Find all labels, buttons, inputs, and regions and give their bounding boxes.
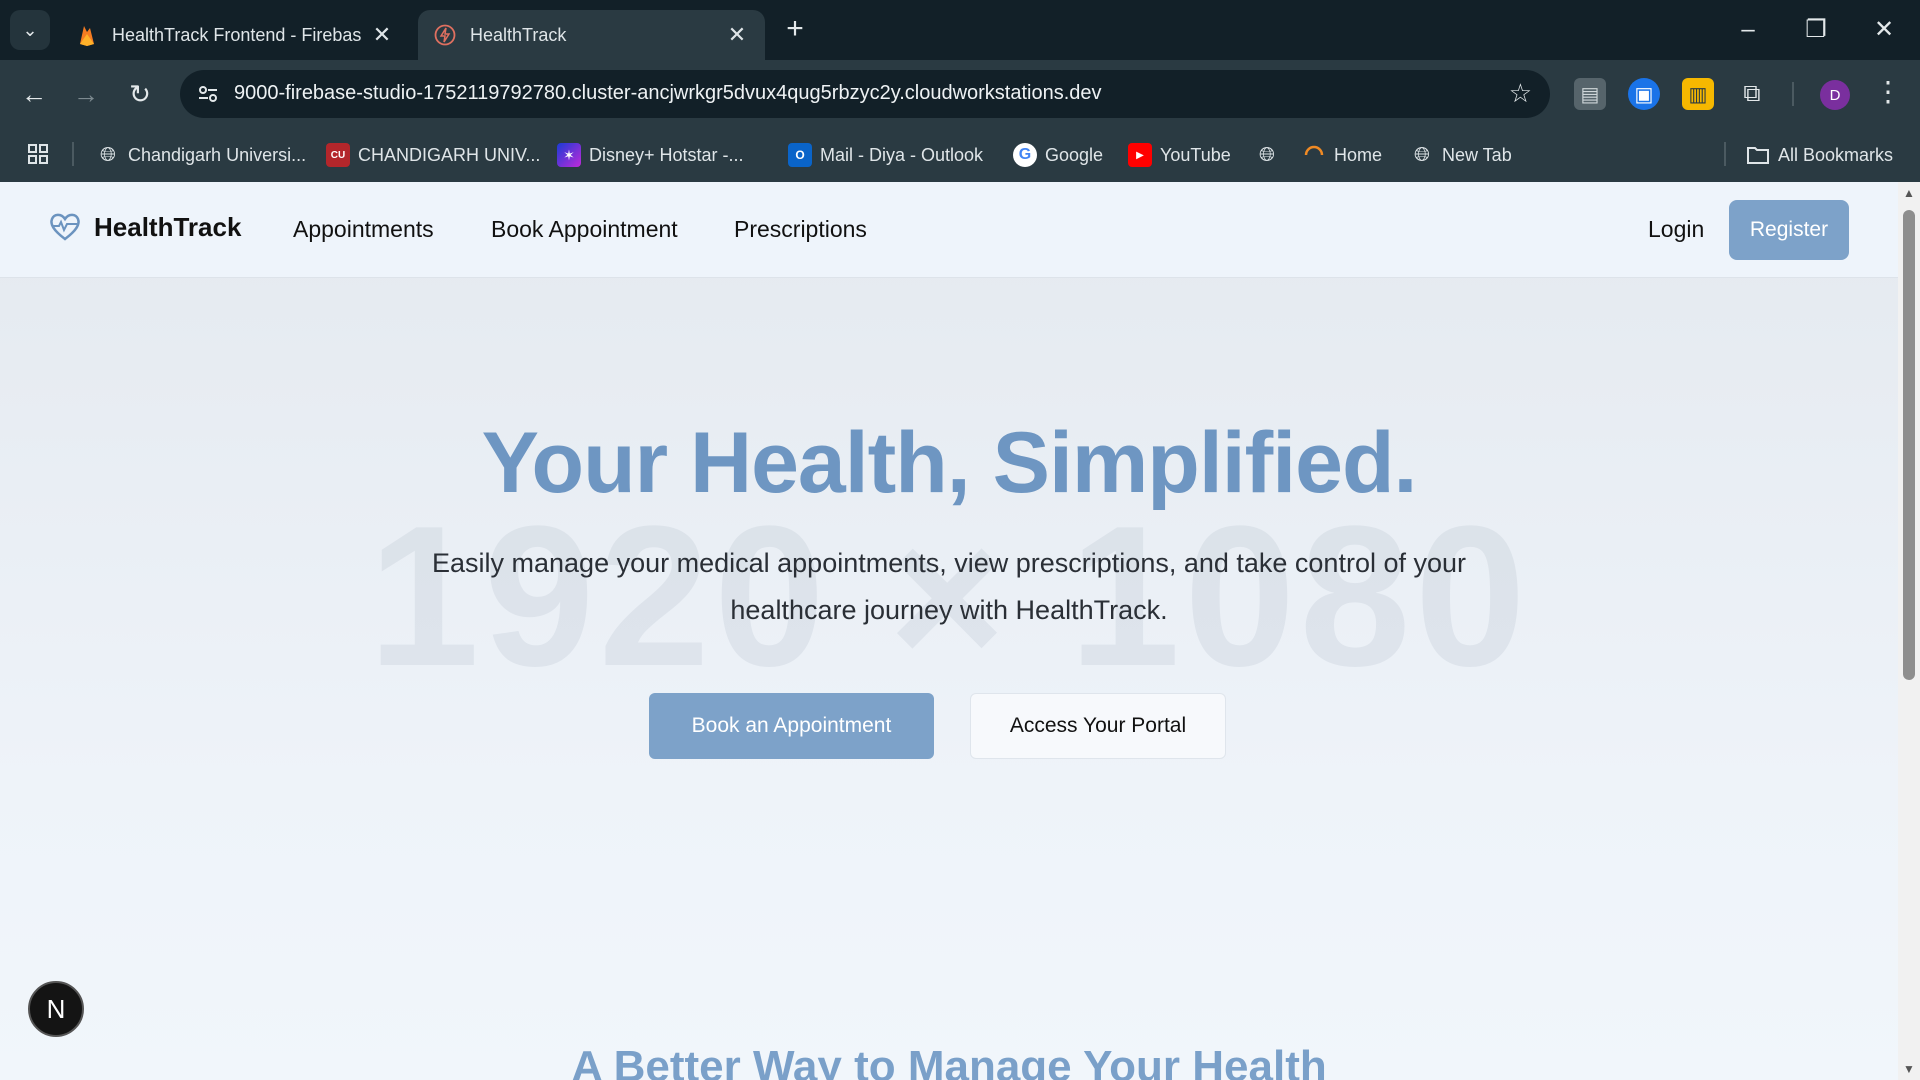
bookmarks-divider — [72, 142, 74, 166]
address-bar[interactable]: 9000-firebase-studio-1752119792780.clust… — [180, 70, 1550, 118]
browser-menu-icon[interactable]: ⋮ — [1874, 76, 1902, 112]
youtube-icon: ▶ — [1128, 143, 1152, 167]
bookmark-cu[interactable]: CU CHANDIGARH UNIV... — [326, 140, 540, 170]
folder-icon — [1746, 143, 1770, 167]
profile-avatar[interactable]: D — [1820, 80, 1850, 110]
bookmark-outlook[interactable]: O Mail - Diya - Outlook — [788, 140, 983, 170]
window-close-icon[interactable]: ✕ — [1864, 12, 1904, 48]
hero-subtitle: Easily manage your medical appointments,… — [431, 548, 1466, 625]
bookmark-label: Mail - Diya - Outlook — [820, 144, 984, 165]
login-link[interactable]: Login — [1648, 216, 1704, 243]
bookmark-label: CHANDIGARH UNIV... — [358, 144, 541, 165]
scroll-down-icon[interactable]: ▼ — [1902, 1062, 1916, 1076]
scroll-thumb[interactable] — [1903, 210, 1915, 680]
nav-appointments[interactable]: Appointments — [293, 216, 434, 243]
outlook-icon: O — [788, 143, 812, 167]
bookmark-google[interactable]: G Google — [1013, 140, 1103, 170]
globe-icon: 🌐︎ — [1259, 143, 1275, 166]
arrow-left-icon: ← — [21, 78, 47, 109]
forward-button[interactable]: → — [66, 74, 106, 114]
bookmarks-divider — [1724, 142, 1726, 166]
bookmark-label: Google — [1045, 144, 1104, 165]
bookmark-label: YouTube — [1160, 144, 1231, 165]
tab-healthtrack[interactable]: HealthTrack ✕ — [418, 10, 765, 60]
page-viewport: HealthTrack Appointments Book Appointmen… — [0, 182, 1898, 1080]
all-bookmarks[interactable]: All Bookmarks — [1746, 140, 1893, 170]
chevron-down-icon: ⌄ — [22, 19, 38, 40]
extension-yellow-icon[interactable]: ▥ — [1682, 78, 1714, 110]
new-tab-button[interactable]: + — [778, 14, 812, 48]
healthtrack-favicon-icon — [434, 24, 456, 46]
apps-grid-icon[interactable] — [24, 140, 52, 168]
register-button[interactable]: Register — [1729, 200, 1849, 260]
restore-icon[interactable]: ❐ — [1796, 12, 1836, 48]
toolbar-divider — [1792, 82, 1794, 106]
bookmark-label: Home — [1334, 144, 1383, 165]
bookmark-youtube[interactable]: ▶ YouTube — [1128, 140, 1231, 170]
tab-firebase-studio[interactable]: HealthTrack Frontend - Firebase Studio ✕ — [60, 10, 410, 60]
nextjs-dev-badge[interactable]: N — [28, 981, 84, 1037]
tab-search-button[interactable]: ⌄ — [10, 10, 50, 50]
bookmark-label: All Bookmarks — [1778, 144, 1894, 165]
bookmark-new-tab[interactable]: 🌐︎ New Tab — [1410, 140, 1512, 170]
home-arc-icon — [1302, 143, 1326, 167]
site-settings-icon[interactable] — [194, 80, 222, 108]
hero-title: Your Health, Simplified. — [481, 415, 1418, 511]
arrow-right-icon: → — [73, 78, 99, 109]
heart-pulse-icon — [48, 210, 82, 244]
brand-name: HealthTrack — [94, 211, 242, 242]
page-scrollbar[interactable]: ▲ ▼ — [1898, 182, 1920, 1080]
section-title: A Better Way to Manage Your Health — [571, 1042, 1327, 1080]
url-text: 9000-firebase-studio-1752119792780.clust… — [234, 82, 1102, 104]
minimize-icon[interactable]: – — [1728, 12, 1768, 48]
reload-button[interactable]: ↻ — [120, 74, 160, 114]
bookmark-star-icon[interactable]: ☆ — [1509, 78, 1532, 109]
globe-icon: 🌐︎ — [100, 143, 116, 166]
close-tab-icon[interactable]: ✕ — [370, 22, 394, 47]
globe-icon: 🌐︎ — [1414, 143, 1430, 166]
site-logo[interactable]: HealthTrack — [48, 210, 241, 244]
tab-title: HealthTrack — [470, 24, 567, 45]
nav-prescriptions[interactable]: Prescriptions — [734, 216, 867, 243]
bookmark-label: Disney+ Hotstar -... — [589, 144, 744, 165]
google-icon: G — [1013, 143, 1037, 167]
firebase-icon — [76, 24, 98, 46]
bookmarks-bar: 🌐︎ Chandigarh Universi... CU CHANDIGARH … — [0, 128, 1920, 182]
hotstar-icon: ✶ — [557, 143, 581, 167]
bookmark-label: New Tab — [1442, 144, 1512, 165]
tab-title: HealthTrack Frontend - Firebase Studio — [112, 24, 362, 45]
site-header: HealthTrack Appointments Book Appointmen… — [0, 182, 1898, 278]
bookmark-globe[interactable]: 🌐︎ — [1255, 140, 1287, 170]
reload-icon: ↻ — [129, 78, 151, 109]
nav-book-appointment[interactable]: Book Appointment — [491, 216, 678, 243]
bookmark-home[interactable]: Home — [1302, 140, 1382, 170]
extension-window-icon[interactable]: ▤ — [1574, 78, 1606, 110]
browser-chrome: ⌄ HealthTrack Frontend - Firebase Studio… — [0, 0, 1920, 182]
scroll-up-icon[interactable]: ▲ — [1902, 186, 1916, 200]
extensions-puzzle-icon[interactable]: ⧉ — [1736, 78, 1768, 110]
bookmark-hotstar[interactable]: ✶ Disney+ Hotstar -... — [557, 140, 744, 170]
browser-toolbar: ← → ↻ 9000-firebase-studio-1752119792780… — [0, 60, 1920, 128]
book-appointment-button[interactable]: Book an Appointment — [649, 693, 934, 759]
bookmark-label: Chandigarh Universi... — [128, 144, 307, 165]
bookmark-chandigarh-university[interactable]: 🌐︎ Chandigarh Universi... — [96, 140, 306, 170]
close-tab-icon[interactable]: ✕ — [725, 22, 749, 47]
cu-logo-icon: CU — [326, 143, 350, 167]
back-button[interactable]: ← — [14, 74, 54, 114]
tab-strip: ⌄ HealthTrack Frontend - Firebase Studio… — [0, 0, 1920, 60]
access-portal-button[interactable]: Access Your Portal — [970, 693, 1226, 759]
extension-blue-icon[interactable]: ▣ — [1628, 78, 1660, 110]
